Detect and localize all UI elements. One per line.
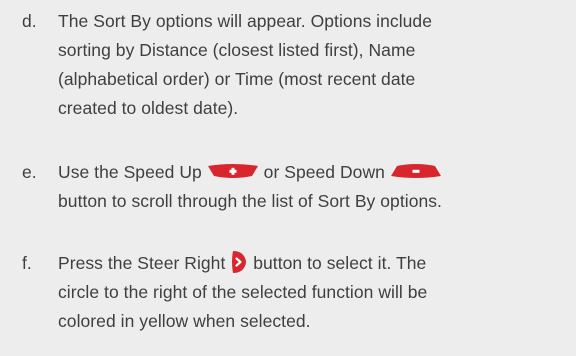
step-f-text: Press the Steer Right button to select i… <box>58 249 570 336</box>
speed-down-icon <box>390 163 442 179</box>
step-e-line-1: Use the Speed Up or Speed Down <box>58 158 570 187</box>
step-f-letter: f. <box>22 253 32 273</box>
step-d-line-4: created to oldest date). <box>58 98 239 118</box>
steer-right-icon <box>230 249 248 275</box>
step-d-line-1: The Sort By options will appear. Options… <box>58 11 432 31</box>
step-e-line-2: button to scroll through the list of Sor… <box>58 191 442 211</box>
step-d-text: The Sort By options will appear. Options… <box>58 7 570 123</box>
step-e-line-1-part-b: or Speed Down <box>263 162 385 182</box>
step-f-line-1-part-a: Press the Steer Right <box>58 253 226 273</box>
speed-up-icon <box>207 163 259 179</box>
step-f-line-1: Press the Steer Right button to select i… <box>58 249 570 278</box>
step-f-line-2: circle to the right of the selected func… <box>58 282 428 302</box>
step-d-line-2: sorting by Distance (closest listed firs… <box>58 40 416 60</box>
instruction-page: d. The Sort By options will appear. Opti… <box>0 0 576 356</box>
step-d-line-3: (alphabetical order) or Time (most recen… <box>58 69 416 89</box>
step-f-line-3: colored in yellow when selected. <box>58 311 311 331</box>
step-e-letter: e. <box>22 162 37 182</box>
step-e-line-1-part-a: Use the Speed Up <box>58 162 202 182</box>
step-d-letter: d. <box>22 11 37 31</box>
step-f-line-1-part-b: button to select it. The <box>253 253 427 273</box>
step-e-text: Use the Speed Up or Speed Down button to… <box>58 158 570 216</box>
